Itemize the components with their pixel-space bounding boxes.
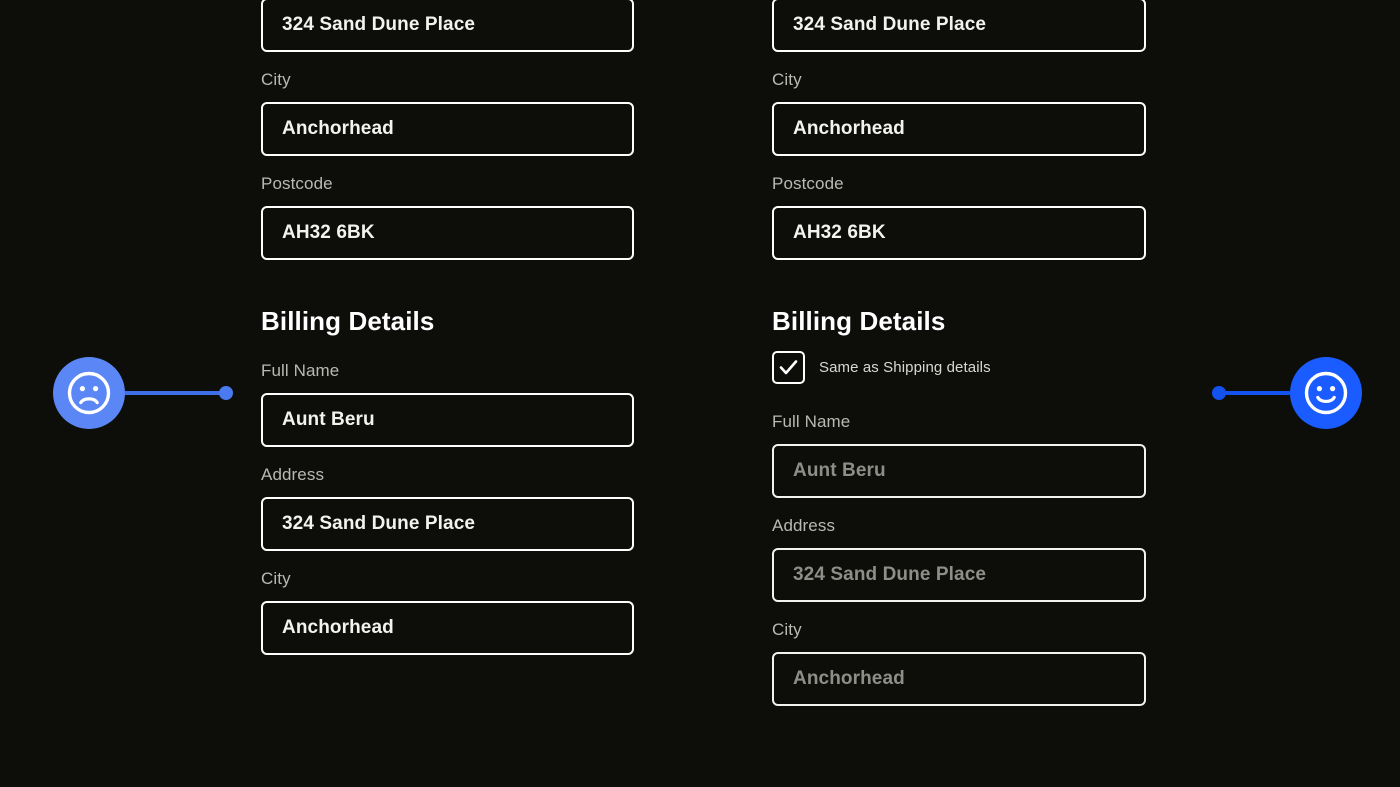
left-shipping-field-address: Address324 Sand Dune Place	[261, 0, 634, 52]
right-billing-fields: Full Name Aunt Beru Address 324 Sand Dune P…	[772, 410, 1146, 706]
field-input[interactable]: Anchorhead	[772, 102, 1146, 156]
negative-sentiment-marker[interactable]	[53, 357, 233, 429]
marker-connector-line	[125, 391, 221, 395]
comparison-stage: Address 324 Sand Dune Place City Anchorhead…	[0, 0, 1400, 787]
right-billing-field-full-name: Full Name Aunt Beru	[772, 410, 1146, 498]
field-input[interactable]: Anchorhead	[261, 601, 634, 655]
field-label: City	[772, 70, 802, 89]
right-form-column: Address 324 Sand Dune Place City Anchorhead…	[772, 0, 1146, 722]
same-as-shipping-checkbox-row[interactable]: Same as Shipping details	[772, 351, 1146, 384]
right-billing-field-city: City Anchorhead	[772, 618, 1146, 706]
right-shipping-field-city: City Anchorhead	[772, 68, 1146, 156]
field-input[interactable]: Anchorhead	[772, 652, 1146, 706]
right-billing-heading: Billing Details	[772, 306, 946, 336]
left-billing-heading: Billing Details	[261, 306, 435, 336]
positive-sentiment-marker[interactable]	[1212, 357, 1362, 429]
right-shipping-fields: Address324 Sand Dune Place City Anchorhead…	[772, 0, 1146, 260]
field-label: City	[261, 569, 291, 588]
right-billing-field-address: Address 324 Sand Dune Place	[772, 514, 1146, 602]
field-input[interactable]: 324 Sand Dune Place	[772, 0, 1146, 52]
field-input[interactable]: Aunt Beru	[261, 393, 634, 447]
field-input[interactable]: Aunt Beru	[772, 444, 1146, 498]
left-billing-field-city: City Anchorhead	[261, 567, 634, 655]
field-input[interactable]: 324 Sand Dune Place	[261, 497, 634, 551]
field-input[interactable]: 324 Sand Dune Place	[772, 548, 1146, 602]
marker-endpoint-dot	[219, 386, 233, 400]
field-input[interactable]: AH32 6BK	[772, 206, 1146, 260]
left-shipping-field-postcode: Postcode AH32 6BK	[261, 172, 634, 260]
field-label: Full Name	[261, 361, 340, 380]
field-label: Full Name	[772, 412, 851, 431]
left-billing-field-address: Address 324 Sand Dune Place	[261, 463, 634, 551]
left-form-column: Address 324 Sand Dune Place City Anchorhead…	[261, 0, 634, 671]
field-label: Address	[772, 516, 836, 535]
field-label: City	[261, 70, 291, 89]
happy-face-badge[interactable]	[1290, 357, 1362, 429]
field-label: Postcode	[772, 174, 844, 193]
checkmark-icon	[779, 360, 798, 375]
right-shipping-field-address: Address324 Sand Dune Place	[772, 0, 1146, 52]
happy-face-icon	[1304, 371, 1348, 415]
same-as-shipping-checkbox[interactable]	[772, 351, 805, 384]
field-input[interactable]: Anchorhead	[261, 102, 634, 156]
left-shipping-fields: Address324 Sand Dune Place City Anchorhead…	[261, 0, 634, 260]
left-shipping-field-city: City Anchorhead	[261, 68, 634, 156]
field-input[interactable]: 324 Sand Dune Place	[261, 0, 634, 52]
left-billing-fields: Full Name Aunt Beru Address 324 Sand Dune P…	[261, 359, 634, 655]
field-input[interactable]: AH32 6BK	[261, 206, 634, 260]
field-label: Address	[261, 465, 325, 484]
same-as-shipping-label: Same as Shipping details	[819, 359, 991, 376]
sad-face-badge[interactable]	[53, 357, 125, 429]
sad-face-icon	[67, 371, 111, 415]
marker-connector-line	[1224, 391, 1290, 395]
left-billing-field-full-name: Full Name Aunt Beru	[261, 359, 634, 447]
right-shipping-field-postcode: Postcode AH32 6BK	[772, 172, 1146, 260]
field-label: Postcode	[261, 174, 333, 193]
field-label: City	[772, 620, 802, 639]
